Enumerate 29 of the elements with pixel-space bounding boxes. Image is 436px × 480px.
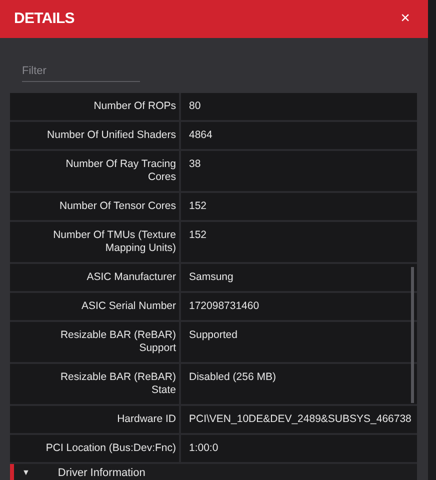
- property-label: Resizable BAR (ReBAR) Support: [10, 322, 181, 362]
- property-value: 38: [188, 157, 201, 172]
- section-title: Driver Information: [58, 466, 146, 480]
- property-value: 152: [188, 199, 207, 214]
- property-label: Number Of TMUs (Texture Mapping Units): [10, 222, 181, 262]
- close-button[interactable]: ×: [400, 11, 410, 27]
- property-label: ASIC Serial Number: [10, 293, 181, 320]
- property-label: PCI Location (Bus:Dev:Fnc): [10, 435, 181, 462]
- property-label: Hardware ID: [10, 406, 181, 433]
- property-value: Disabled (256 MB): [188, 370, 276, 385]
- section-header[interactable]: ▼ Driver Information: [10, 464, 417, 480]
- filter-field[interactable]: Filter: [22, 63, 140, 82]
- property-value: 80: [188, 99, 201, 114]
- scrollbar-thumb[interactable]: [411, 267, 414, 403]
- collapse-toggle[interactable]: ▼: [22, 467, 30, 479]
- property-value: Supported: [188, 328, 238, 343]
- property-label: Number Of ROPs: [10, 93, 181, 120]
- property-value: 4864: [188, 128, 212, 143]
- property-label: Number Of Ray Tracing Cores: [10, 151, 181, 191]
- property-value: 152: [188, 228, 207, 243]
- property-value: Samsung: [188, 270, 234, 285]
- property-value: PCI\VEN_10DE&DEV_2489&SUBSYS_466738: [188, 412, 412, 427]
- property-value: 1:00:0: [188, 441, 218, 456]
- property-label: Number Of Tensor Cores: [10, 193, 181, 220]
- window-title: DETAILS: [14, 8, 74, 29]
- property-label: Number Of Unified Shaders: [10, 122, 181, 149]
- property-label: ASIC Manufacturer: [10, 264, 181, 291]
- property-label: Resizable BAR (ReBAR) State: [10, 364, 181, 404]
- property-value: 172098731460: [188, 299, 260, 314]
